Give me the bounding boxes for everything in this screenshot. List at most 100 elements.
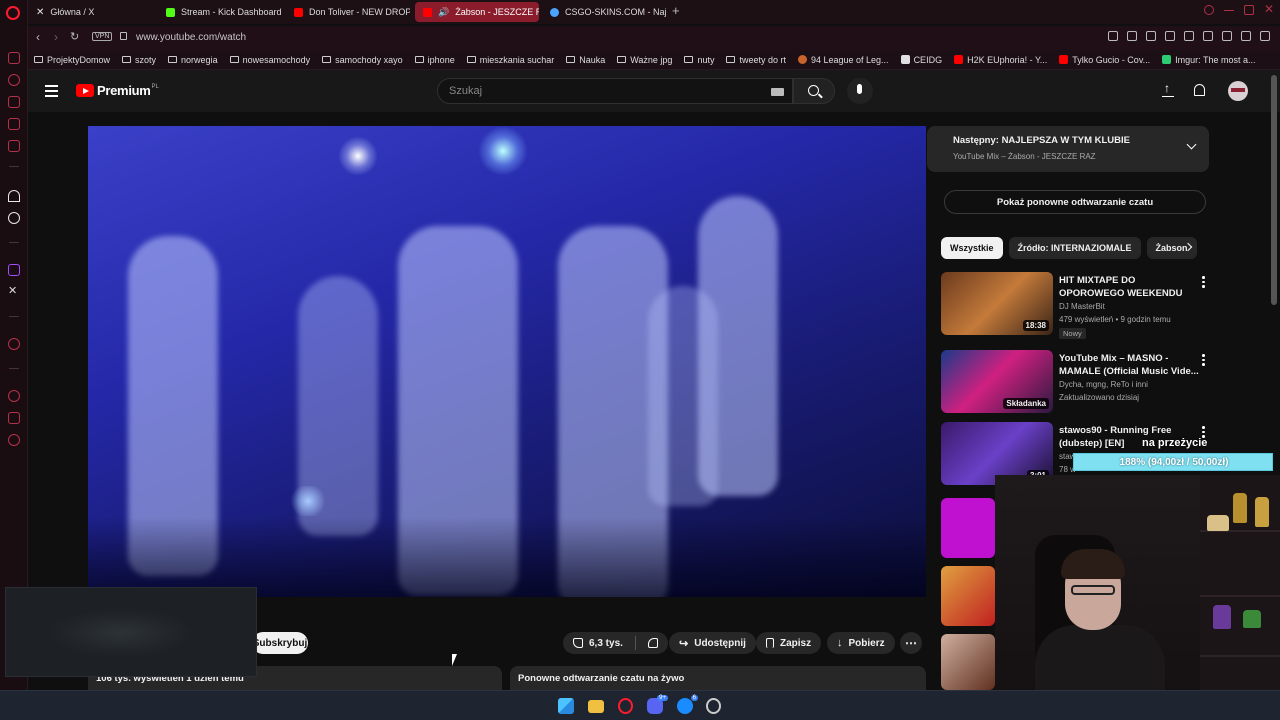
download-button[interactable]: ↓ Pobierz: [827, 632, 895, 654]
video-thumbnail[interactable]: [941, 498, 995, 558]
video-thumbnail[interactable]: [941, 566, 995, 626]
recommendation-item[interactable]: 18:38 HIT MIXTAPE DO OPOROWEGO WEEKENDU …: [941, 272, 1231, 339]
bookmark-iphone[interactable]: iphone: [414, 55, 455, 65]
sidebar-add-icon[interactable]: [8, 338, 20, 350]
video-thumbnail[interactable]: Składanka: [941, 350, 1053, 413]
chevron-down-icon[interactable]: [1186, 139, 1197, 150]
play-icon[interactable]: [1165, 31, 1175, 41]
like-button[interactable]: 6,3 tys.: [563, 632, 668, 654]
show-chat-replay-button[interactable]: Pokaż ponowne odtwarzanie czatu: [944, 190, 1206, 214]
save-button[interactable]: Zapisz: [756, 632, 822, 654]
search-tabs-icon[interactable]: [1204, 5, 1214, 15]
opera-icon[interactable]: [618, 698, 633, 714]
pin-icon[interactable]: [1108, 31, 1118, 41]
vpn-badge[interactable]: VPN: [92, 32, 113, 41]
back-icon[interactable]: ‹: [36, 30, 40, 44]
bookmark-projektydomow[interactable]: ProjektyDomow: [34, 55, 110, 65]
video-thumbnail[interactable]: 18:38: [941, 272, 1053, 335]
new-tab-icon[interactable]: +: [672, 3, 680, 18]
upload-icon[interactable]: [1162, 81, 1174, 97]
bookmark-h2k[interactable]: H2K EUphoria! - Y...: [954, 55, 1047, 65]
voice-search-button[interactable]: [847, 78, 873, 104]
like-count: 6,3 tys.: [589, 637, 623, 649]
bookmark-tweety[interactable]: tweety do rt: [726, 55, 786, 65]
tab-kick[interactable]: Stream - Kick Dashboard: [158, 2, 282, 22]
tab-x[interactable]: ✕ Główna / X: [28, 2, 156, 22]
more-options-icon[interactable]: [1202, 276, 1205, 290]
search-input[interactable]: Szukaj: [437, 78, 793, 104]
url-field[interactable]: www.youtube.com/watch: [136, 32, 246, 43]
sidebar-ai-icon[interactable]: [8, 190, 20, 202]
tab-zabson[interactable]: 🔊 Żabson - JESZCZE RA: [415, 2, 539, 22]
bookmark-nauka[interactable]: Nauka: [566, 55, 605, 65]
sidebar-history-icon[interactable]: [8, 390, 20, 402]
download-icon[interactable]: [1241, 31, 1251, 41]
bookmark-wazne-jpg[interactable]: Ważne jpg: [617, 55, 672, 65]
bookmark-norwegia[interactable]: norwegia: [168, 55, 218, 65]
menu-icon[interactable]: [1260, 31, 1270, 41]
bookmark-ceidg[interactable]: CEIDG: [900, 55, 942, 65]
notifications-icon[interactable]: [1194, 84, 1205, 96]
bookmark-samochody-xayo[interactable]: samochody xayo: [322, 55, 403, 65]
keyboard-icon[interactable]: [771, 88, 784, 96]
file-explorer-icon[interactable]: [588, 700, 604, 713]
x-logo-icon: ✕: [36, 6, 45, 18]
sidebar-twitch-icon[interactable]: [8, 264, 20, 276]
video-thumbnail[interactable]: [941, 634, 995, 690]
search-button[interactable]: [793, 78, 835, 104]
bookmark-tylko-gucio[interactable]: Tylko Gucio - Cov...: [1059, 55, 1150, 65]
tab-csgo-skins[interactable]: CSGO-SKINS.COM - Naj: [542, 2, 666, 22]
more-actions-icon[interactable]: ⋯: [900, 632, 922, 654]
more-options-icon[interactable]: [1202, 354, 1205, 368]
up-next-panel[interactable]: Następny: NAJLEPSZA W TYM KLUBIE YouTube…: [927, 126, 1209, 172]
share-button[interactable]: ↪ Udostępnij: [669, 632, 756, 654]
avatar[interactable]: [1228, 81, 1248, 101]
folder-icon: [684, 56, 694, 63]
save-label: Zapisz: [780, 637, 812, 649]
reload-icon[interactable]: ↻: [70, 30, 79, 43]
bookmark-mieszkania[interactable]: mieszkania suchar: [466, 55, 554, 65]
sidebar-chatgpt-icon[interactable]: [8, 212, 20, 224]
sidebar-mail-icon[interactable]: [8, 140, 20, 152]
heart-icon[interactable]: [1184, 31, 1194, 41]
sidebar-chat-icon[interactable]: [8, 118, 20, 130]
recommendation-item[interactable]: Składanka YouTube Mix – MASNO - MAMALE (…: [941, 350, 1231, 416]
shield-icon[interactable]: [1146, 31, 1156, 41]
maximize-icon[interactable]: [1244, 5, 1254, 15]
sidebar-app-icon[interactable]: [8, 52, 20, 64]
bookmark-imgur[interactable]: Imgur: The most a...: [1162, 55, 1256, 65]
lock-icon[interactable]: [120, 32, 127, 40]
sidebar-x-icon[interactable]: ✕: [8, 286, 20, 298]
sidebar-settings-icon[interactable]: [8, 434, 20, 446]
sidebar-shop-icon[interactable]: [8, 96, 20, 108]
bookmark-league[interactable]: 94 League of Leg...: [797, 55, 889, 65]
obs-icon[interactable]: [706, 698, 721, 714]
menu-icon[interactable]: [45, 85, 58, 100]
live-chat-replay-box[interactable]: Ponowne odtwarzanie czatu na żywo: [510, 666, 926, 690]
speaker-icon[interactable]: 🔊: [438, 7, 449, 18]
close-window-icon[interactable]: ✕: [1264, 3, 1274, 15]
forward-icon[interactable]: ›: [54, 30, 58, 44]
bookmark-szoty[interactable]: szoty: [122, 55, 156, 65]
discord-icon[interactable]: 9+: [647, 695, 668, 714]
video-player[interactable]: [88, 126, 926, 597]
chip-source[interactable]: Źródło: INTERNAZIOMALE: [1008, 237, 1141, 259]
tab-don-toliver[interactable]: Don Toliver - NEW DROP: [286, 2, 410, 22]
subscribe-button[interactable]: Subskrybuj: [252, 632, 308, 654]
messenger-icon[interactable]: 6: [677, 695, 698, 714]
sidebar-bookmark-icon[interactable]: [8, 412, 20, 424]
bookmark-nowesamochody[interactable]: nowesamochody: [229, 55, 310, 65]
youtube-logo[interactable]: Premium PL: [76, 83, 159, 98]
sidebar-refresh-icon[interactable]: [8, 74, 20, 86]
snapshot-icon[interactable]: [1127, 31, 1137, 41]
minimize-icon[interactable]: [1224, 10, 1234, 11]
windows-start-icon[interactable]: [558, 698, 574, 714]
stage-light: [478, 126, 528, 176]
thumbs-down-icon[interactable]: [647, 638, 658, 648]
bookmark-nuty[interactable]: nuty: [684, 55, 714, 65]
scrollbar[interactable]: [1271, 75, 1277, 305]
wallet-icon[interactable]: [1222, 31, 1232, 41]
opera-logo-icon[interactable]: [6, 6, 20, 20]
chip-all[interactable]: Wszystkie: [941, 237, 1003, 259]
extensions-icon[interactable]: [1203, 31, 1213, 41]
